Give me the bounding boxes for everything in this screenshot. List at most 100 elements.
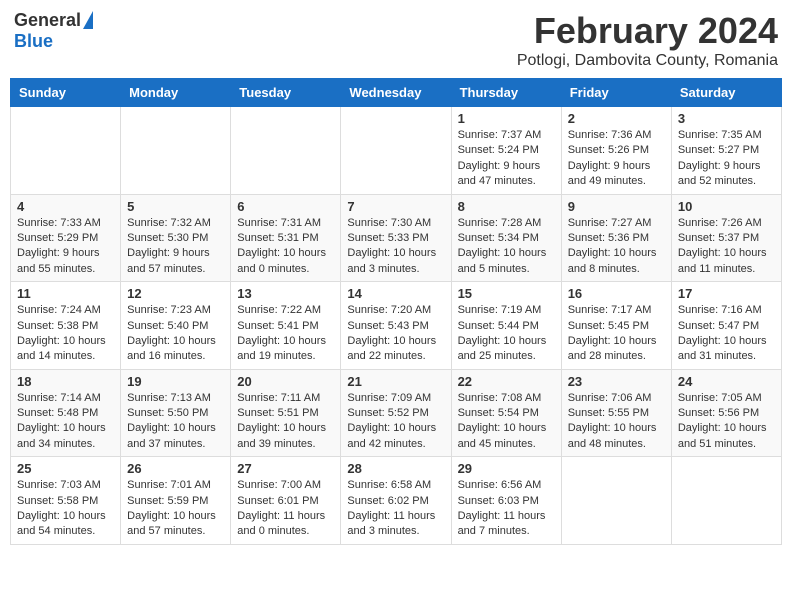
calendar-week-row: 18 Sunrise: 7:14 AM Sunset: 5:48 PM Dayli…: [11, 369, 782, 457]
day-number: 13: [237, 286, 334, 301]
day-info: Sunrise: 7:16 AM Sunset: 5:47 PM Dayligh…: [678, 303, 775, 365]
day-number: 21: [347, 374, 444, 389]
day-number: 22: [458, 374, 555, 389]
day-info: Sunrise: 7:13 AM Sunset: 5:50 PM Dayligh…: [127, 391, 224, 453]
day-number: 14: [347, 286, 444, 301]
calendar-cell: 16Sunrise: 7:17 AM Sunset: 5:45 PM Dayli…: [561, 282, 671, 370]
day-number: 1: [458, 111, 555, 126]
day-info: Sunrise: 7:26 AM Sunset: 5:37 PM Dayligh…: [678, 216, 775, 278]
calendar-cell: 17 Sunrise: 7:16 AM Sunset: 5:47 PM Dayli…: [671, 282, 781, 370]
calendar-cell: 21 Sunrise: 7:09 AM Sunset: 5:52 PM Dayli…: [341, 369, 451, 457]
calendar-cell: 23 Sunrise: 7:06 AM Sunset: 5:55 PM Dayli…: [561, 369, 671, 457]
day-info: Sunrise: 7:32 AM Sunset: 5:30 PM Dayligh…: [127, 216, 224, 278]
day-number: 5: [127, 199, 224, 214]
title-section: February 2024 Potlogi, Dambovita County,…: [517, 10, 778, 70]
day-info: Sunrise: 7:19 AM Sunset: 5:44 PM Dayligh…: [458, 303, 555, 365]
logo-triangle-icon: [83, 11, 93, 29]
calendar-day-header: Thursday: [451, 79, 561, 107]
calendar-cell: 12Sunrise: 7:23 AM Sunset: 5:40 PM Dayli…: [121, 282, 231, 370]
page-header: General Blue February 2024 Potlogi, Damb…: [10, 10, 782, 70]
day-info: Sunrise: 7:24 AM Sunset: 5:38 PM Dayligh…: [17, 303, 114, 365]
calendar-day-header: Friday: [561, 79, 671, 107]
day-info: Sunrise: 7:37 AM Sunset: 5:24 PM Dayligh…: [458, 128, 555, 190]
calendar-week-row: 1 Sunrise: 7:37 AM Sunset: 5:24 PM Daylig…: [11, 107, 782, 195]
day-info: Sunrise: 7:08 AM Sunset: 5:54 PM Dayligh…: [458, 391, 555, 453]
day-number: 6: [237, 199, 334, 214]
day-info: Sunrise: 7:05 AM Sunset: 5:56 PM Dayligh…: [678, 391, 775, 453]
calendar-cell: [671, 457, 781, 545]
calendar-cell: [341, 107, 451, 195]
day-info: Sunrise: 7:28 AM Sunset: 5:34 PM Dayligh…: [458, 216, 555, 278]
day-number: 25: [17, 461, 114, 476]
calendar-day-header: Sunday: [11, 79, 121, 107]
day-info: Sunrise: 7:23 AM Sunset: 5:40 PM Dayligh…: [127, 303, 224, 365]
calendar-cell: 7 Sunrise: 7:30 AM Sunset: 5:33 PM Daylig…: [341, 194, 451, 282]
calendar-day-header: Monday: [121, 79, 231, 107]
day-number: 18: [17, 374, 114, 389]
calendar-cell: 20Sunrise: 7:11 AM Sunset: 5:51 PM Dayli…: [231, 369, 341, 457]
day-number: 15: [458, 286, 555, 301]
day-info: Sunrise: 7:22 AM Sunset: 5:41 PM Dayligh…: [237, 303, 334, 365]
calendar-cell: 26 Sunrise: 7:01 AM Sunset: 5:59 PM Dayli…: [121, 457, 231, 545]
location-text: Potlogi, Dambovita County, Romania: [517, 52, 778, 70]
day-number: 29: [458, 461, 555, 476]
calendar-cell: 29 Sunrise: 6:56 AM Sunset: 6:03 PM Dayli…: [451, 457, 561, 545]
calendar-cell: [231, 107, 341, 195]
day-number: 20: [237, 374, 334, 389]
day-number: 2: [568, 111, 665, 126]
month-title: February 2024: [517, 10, 778, 52]
calendar-header-row: SundayMondayTuesdayWednesdayThursdayFrid…: [11, 79, 782, 107]
calendar-week-row: 4Sunrise: 7:33 AM Sunset: 5:29 PM Daylig…: [11, 194, 782, 282]
day-info: Sunrise: 7:35 AM Sunset: 5:27 PM Dayligh…: [678, 128, 775, 190]
calendar-day-header: Tuesday: [231, 79, 341, 107]
logo-blue-text: Blue: [14, 31, 53, 52]
day-info: Sunrise: 7:31 AM Sunset: 5:31 PM Dayligh…: [237, 216, 334, 278]
day-number: 7: [347, 199, 444, 214]
calendar-table: SundayMondayTuesdayWednesdayThursdayFrid…: [10, 78, 782, 545]
calendar-cell: 15 Sunrise: 7:19 AM Sunset: 5:44 PM Dayli…: [451, 282, 561, 370]
day-number: 17: [678, 286, 775, 301]
calendar-header: SundayMondayTuesdayWednesdayThursdayFrid…: [11, 79, 782, 107]
calendar-cell: 10 Sunrise: 7:26 AM Sunset: 5:37 PM Dayli…: [671, 194, 781, 282]
day-number: 9: [568, 199, 665, 214]
day-number: 26: [127, 461, 224, 476]
day-number: 19: [127, 374, 224, 389]
calendar-cell: [11, 107, 121, 195]
day-number: 24: [678, 374, 775, 389]
calendar-cell: 11Sunrise: 7:24 AM Sunset: 5:38 PM Dayli…: [11, 282, 121, 370]
calendar-cell: 27Sunrise: 7:00 AM Sunset: 6:01 PM Dayli…: [231, 457, 341, 545]
day-number: 23: [568, 374, 665, 389]
day-info: Sunrise: 7:01 AM Sunset: 5:59 PM Dayligh…: [127, 478, 224, 540]
day-number: 10: [678, 199, 775, 214]
calendar-cell: 4Sunrise: 7:33 AM Sunset: 5:29 PM Daylig…: [11, 194, 121, 282]
calendar-cell: 8 Sunrise: 7:28 AM Sunset: 5:34 PM Daylig…: [451, 194, 561, 282]
calendar-cell: 5 Sunrise: 7:32 AM Sunset: 5:30 PM Daylig…: [121, 194, 231, 282]
calendar-day-header: Wednesday: [341, 79, 451, 107]
calendar-cell: [121, 107, 231, 195]
logo-general-text: General: [14, 10, 81, 31]
day-info: Sunrise: 6:56 AM Sunset: 6:03 PM Dayligh…: [458, 478, 555, 540]
calendar-body: 1 Sunrise: 7:37 AM Sunset: 5:24 PM Daylig…: [11, 107, 782, 545]
day-info: Sunrise: 7:09 AM Sunset: 5:52 PM Dayligh…: [347, 391, 444, 453]
day-info: Sunrise: 7:14 AM Sunset: 5:48 PM Dayligh…: [17, 391, 114, 453]
calendar-cell: 3 Sunrise: 7:35 AM Sunset: 5:27 PM Daylig…: [671, 107, 781, 195]
day-number: 28: [347, 461, 444, 476]
day-number: 8: [458, 199, 555, 214]
day-info: Sunrise: 7:20 AM Sunset: 5:43 PM Dayligh…: [347, 303, 444, 365]
day-info: Sunrise: 7:27 AM Sunset: 5:36 PM Dayligh…: [568, 216, 665, 278]
day-info: Sunrise: 7:30 AM Sunset: 5:33 PM Dayligh…: [347, 216, 444, 278]
day-info: Sunrise: 7:06 AM Sunset: 5:55 PM Dayligh…: [568, 391, 665, 453]
calendar-cell: 28 Sunrise: 6:58 AM Sunset: 6:02 PM Dayli…: [341, 457, 451, 545]
day-number: 27: [237, 461, 334, 476]
day-info: Sunrise: 6:58 AM Sunset: 6:02 PM Dayligh…: [347, 478, 444, 540]
calendar-cell: 24 Sunrise: 7:05 AM Sunset: 5:56 PM Dayli…: [671, 369, 781, 457]
calendar-day-header: Saturday: [671, 79, 781, 107]
logo: General Blue: [14, 10, 93, 52]
calendar-cell: 18 Sunrise: 7:14 AM Sunset: 5:48 PM Dayli…: [11, 369, 121, 457]
day-number: 3: [678, 111, 775, 126]
calendar-cell: 19 Sunrise: 7:13 AM Sunset: 5:50 PM Dayli…: [121, 369, 231, 457]
calendar-cell: 6 Sunrise: 7:31 AM Sunset: 5:31 PM Daylig…: [231, 194, 341, 282]
day-info: Sunrise: 7:33 AM Sunset: 5:29 PM Dayligh…: [17, 216, 114, 278]
calendar-week-row: 25Sunrise: 7:03 AM Sunset: 5:58 PM Dayli…: [11, 457, 782, 545]
day-info: Sunrise: 7:36 AM Sunset: 5:26 PM Dayligh…: [568, 128, 665, 190]
